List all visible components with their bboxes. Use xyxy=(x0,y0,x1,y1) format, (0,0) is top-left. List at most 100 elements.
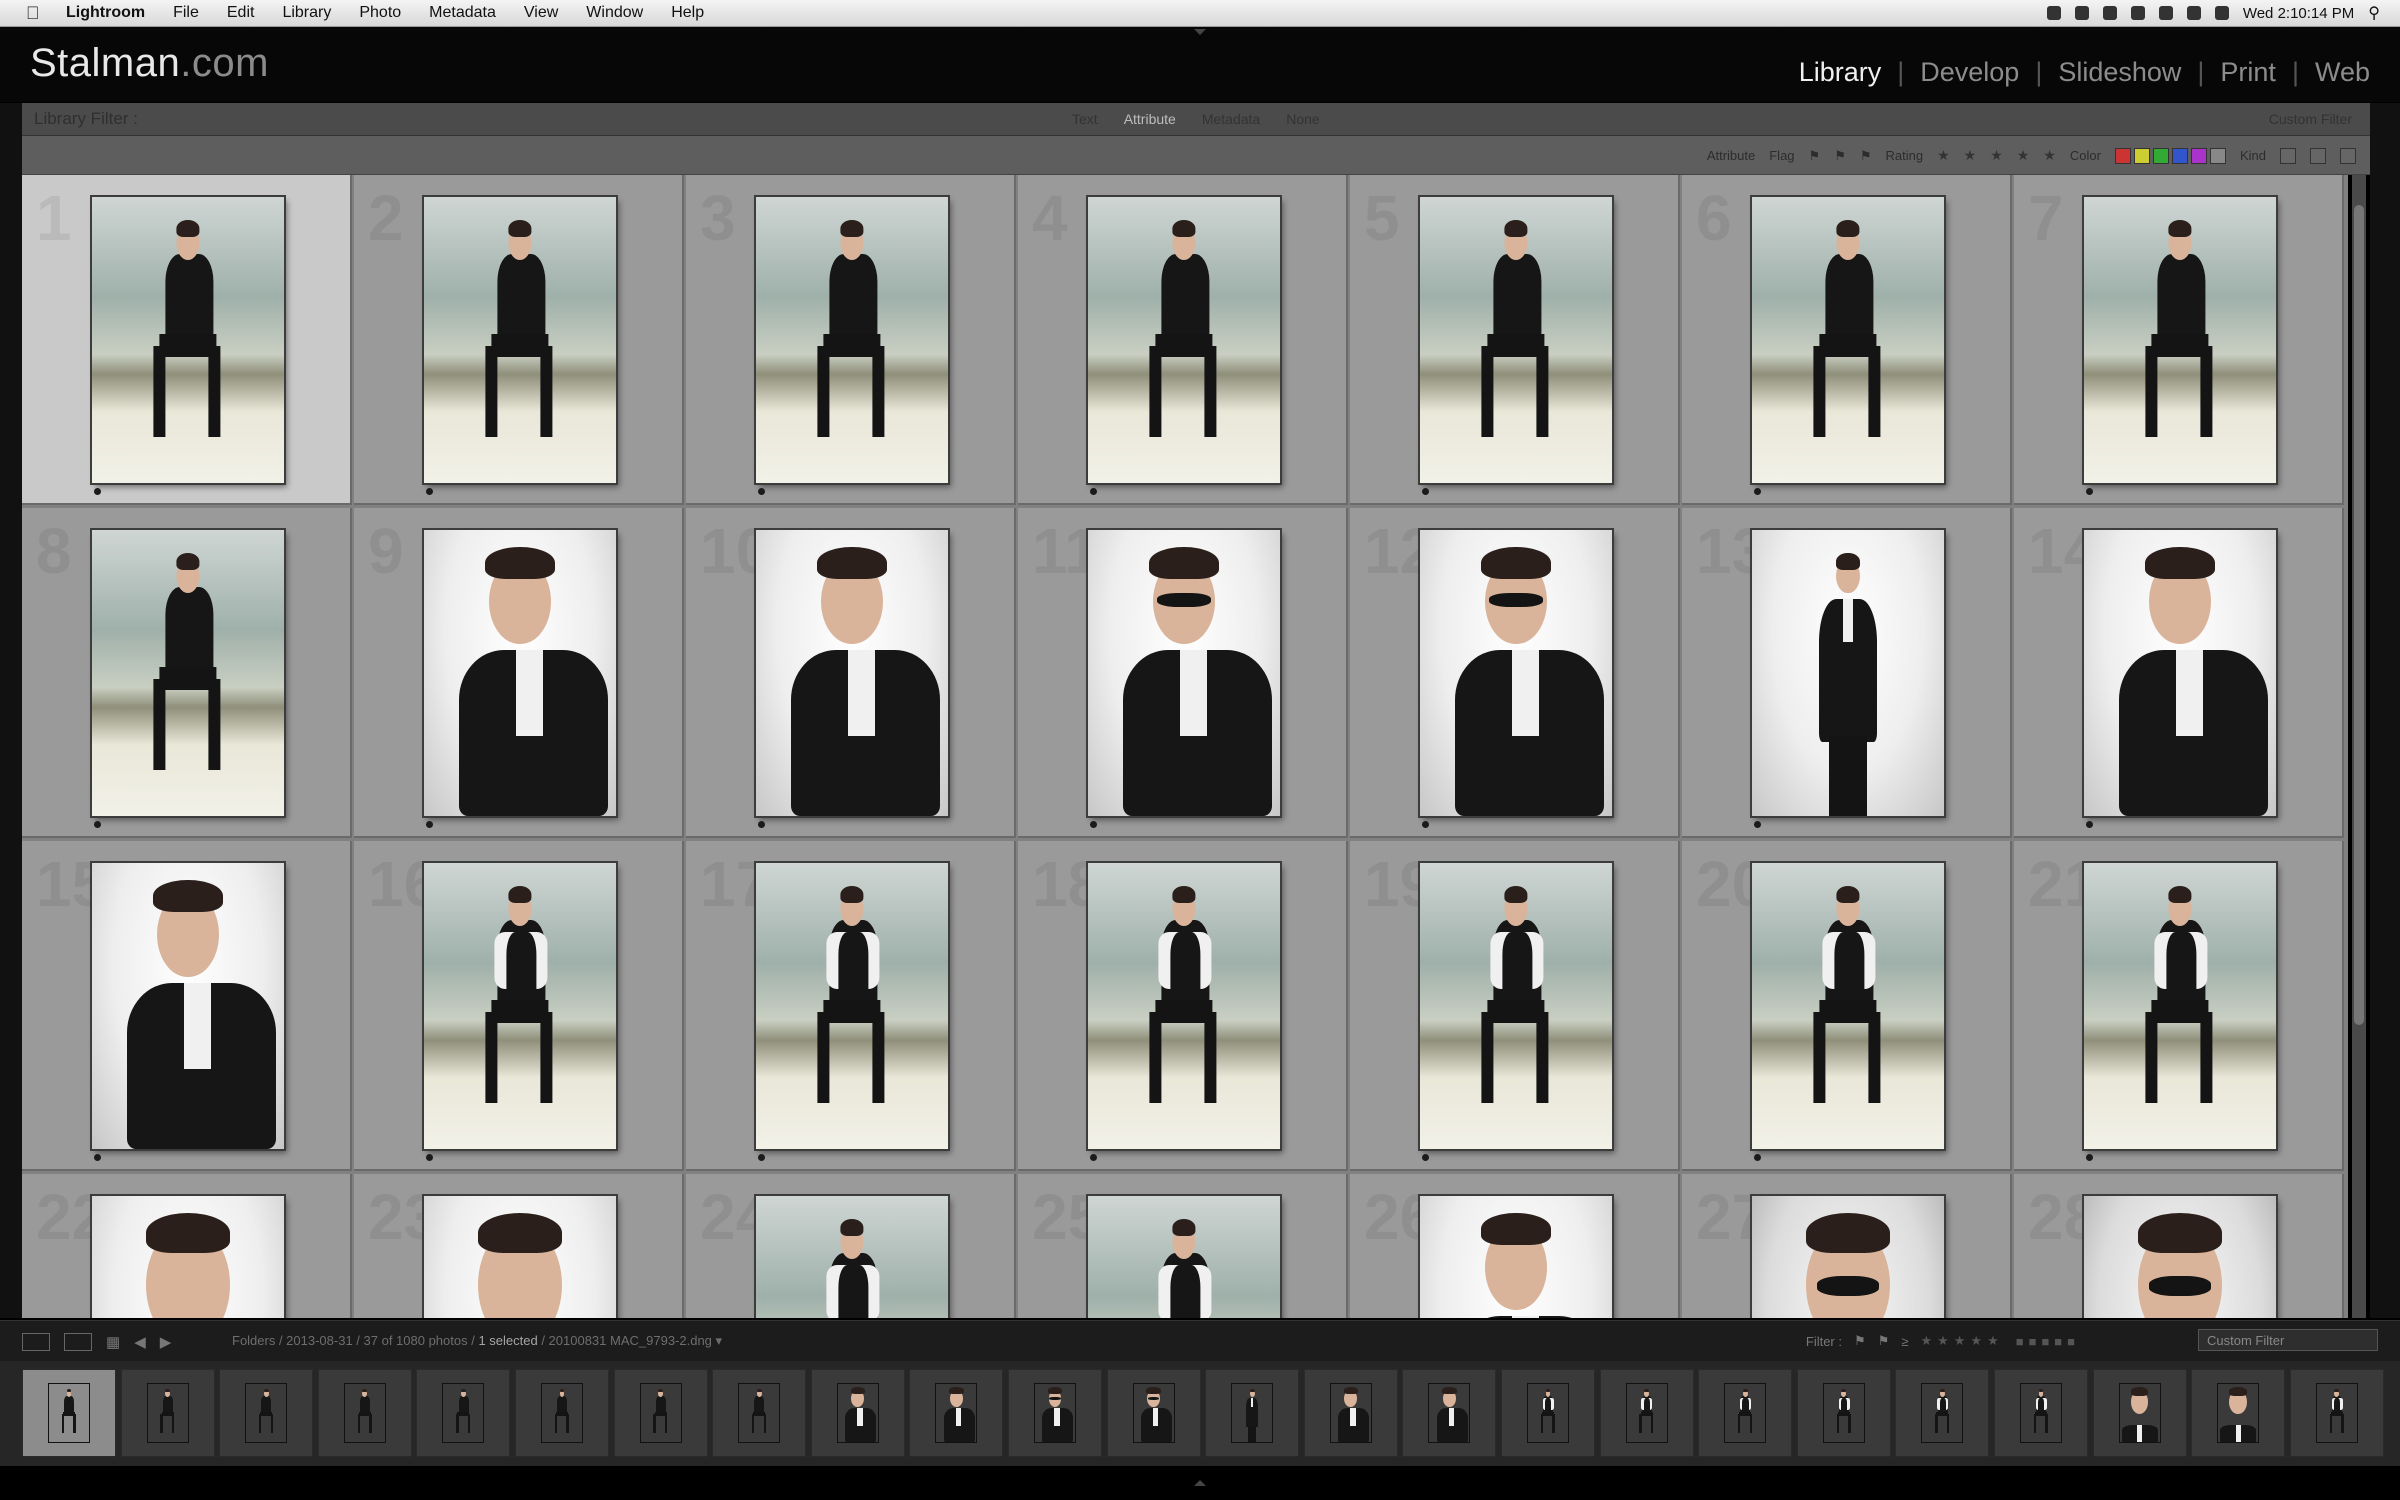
filmstrip-thumbnail[interactable] xyxy=(1429,1384,1469,1442)
thumbnail-badge-icon[interactable] xyxy=(1422,821,1429,828)
photo-thumbnail[interactable] xyxy=(756,197,948,483)
filmstrip-cell[interactable] xyxy=(515,1369,609,1457)
source-breadcrumb[interactable]: Folders / 2013-08-31 / 37 of 1080 photos… xyxy=(232,1333,722,1349)
filmstrip-thumbnail[interactable] xyxy=(1627,1384,1667,1442)
menu-photo[interactable]: Photo xyxy=(359,4,401,22)
shield-icon[interactable] xyxy=(2074,6,2089,20)
filmstrip-thumbnail[interactable] xyxy=(838,1384,878,1442)
photo-thumbnail[interactable] xyxy=(1752,197,1944,483)
star-icon[interactable]: ★ xyxy=(1937,147,1950,164)
photo-thumbnail[interactable] xyxy=(1752,863,1944,1149)
thumbnail-badge-icon[interactable] xyxy=(426,1154,433,1161)
thumbnail-badge-icon[interactable] xyxy=(2086,488,2093,495)
kind-master-icon[interactable] xyxy=(2280,147,2296,164)
grid-cell[interactable]: 2 xyxy=(354,175,684,505)
filmstrip-thumbnail[interactable] xyxy=(1528,1384,1568,1442)
grid-cell[interactable]: 11 xyxy=(1018,508,1348,838)
module-library[interactable]: Library xyxy=(1799,57,1882,88)
filmstrip-cell[interactable] xyxy=(317,1369,412,1457)
thumbnail-badge-icon[interactable] xyxy=(758,821,765,828)
photo-thumbnail[interactable] xyxy=(92,1196,284,1318)
thumbnail-badge-icon[interactable] xyxy=(94,1154,101,1161)
filmstrip-thumbnail[interactable] xyxy=(246,1384,286,1442)
second-window-icon[interactable] xyxy=(64,1333,92,1351)
filmstrip-thumbnail[interactable] xyxy=(1331,1384,1371,1442)
grid-scrollbar[interactable] xyxy=(2352,175,2366,1318)
grid-cell[interactable]: 26 xyxy=(1350,1174,1680,1318)
photo-thumbnail[interactable] xyxy=(756,530,948,816)
grid-cell[interactable]: 1 xyxy=(22,175,352,505)
main-window-icon[interactable] xyxy=(22,1333,50,1351)
filter-tab-metadata[interactable]: Metadata xyxy=(1202,111,1260,127)
menubar-clock[interactable]: Wed 2:10:14 PM xyxy=(2243,5,2354,22)
forward-arrow-icon[interactable]: ▶ xyxy=(160,1333,172,1351)
menu-lightroom[interactable]: Lightroom xyxy=(66,4,145,22)
filmstrip-thumbnail[interactable] xyxy=(148,1384,188,1442)
grid-view-icon[interactable]: ▦ xyxy=(106,1333,120,1351)
filmstrip-thumbnail[interactable] xyxy=(345,1384,385,1442)
thumbnail-badge-icon[interactable] xyxy=(426,488,433,495)
flag-filter-icon[interactable]: ⚑ xyxy=(1854,1333,1866,1349)
filmstrip-cell[interactable] xyxy=(1008,1369,1102,1457)
photo-thumbnail[interactable] xyxy=(2084,1196,2276,1318)
rating-operator[interactable]: ≥ xyxy=(1901,1334,1908,1349)
filter-tab-text[interactable]: Text xyxy=(1072,111,1098,127)
filmstrip-cell[interactable] xyxy=(1599,1369,1694,1457)
color-label-chip[interactable] xyxy=(2133,147,2150,164)
photo-thumbnail[interactable] xyxy=(1088,1196,1280,1318)
photo-thumbnail[interactable] xyxy=(1420,863,1612,1149)
filmstrip-cell[interactable] xyxy=(613,1369,708,1457)
grid-cell[interactable]: 9 xyxy=(354,508,684,838)
grid-cell[interactable]: 10 xyxy=(686,508,1016,838)
collapse-bottom-arrow[interactable] xyxy=(1194,1480,1206,1486)
photo-thumbnail[interactable] xyxy=(756,1196,948,1318)
grid-cell[interactable]: 18 xyxy=(1018,841,1348,1171)
grid-cell[interactable]: 4 xyxy=(1018,175,1348,505)
grid-cell[interactable]: 28 xyxy=(2014,1174,2344,1318)
module-print[interactable]: Print xyxy=(2220,57,2276,88)
grid-cell[interactable]: 19 xyxy=(1350,841,1680,1171)
photo-thumbnail[interactable] xyxy=(756,863,948,1149)
photo-thumbnail[interactable] xyxy=(92,530,284,816)
grid-cell[interactable]: 15 xyxy=(22,841,352,1171)
filmstrip-thumbnail[interactable] xyxy=(1725,1384,1765,1442)
apple-icon[interactable]:  xyxy=(26,4,44,22)
filter-tab-none[interactable]: None xyxy=(1286,111,1319,127)
grid-cell[interactable]: 21 xyxy=(2014,841,2344,1171)
menu-window[interactable]: Window xyxy=(586,4,643,22)
filmstrip-cell[interactable] xyxy=(120,1369,215,1457)
module-slideshow[interactable]: Slideshow xyxy=(2058,57,2181,88)
star-icon[interactable]: ★ xyxy=(1990,147,2003,164)
filmstrip-thumbnail[interactable] xyxy=(1922,1384,1962,1442)
filmstrip-thumbnail[interactable] xyxy=(1035,1384,1075,1442)
flag-icon[interactable]: ⚑ xyxy=(1809,148,1821,164)
filmstrip-thumbnail[interactable] xyxy=(542,1384,582,1442)
kind-virtual-icon[interactable] xyxy=(2310,147,2326,164)
screen-icon[interactable] xyxy=(2046,6,2061,20)
grid-cell[interactable]: 27 xyxy=(1682,1174,2012,1318)
thumbnail-badge-icon[interactable] xyxy=(1090,488,1097,495)
photo-thumbnail[interactable] xyxy=(1420,197,1612,483)
filmstrip-cell[interactable] xyxy=(22,1369,116,1457)
color-label-chip[interactable] xyxy=(2190,147,2207,164)
photo-thumbnail[interactable] xyxy=(424,863,616,1149)
grid-cell[interactable]: 22 xyxy=(22,1174,352,1318)
thumbnail-badge-icon[interactable] xyxy=(758,1154,765,1161)
thumbnail-badge-icon[interactable] xyxy=(1754,1154,1761,1161)
clock-icon[interactable] xyxy=(2102,6,2117,20)
photo-thumbnail[interactable] xyxy=(92,197,284,483)
color-label-chip[interactable] xyxy=(2114,147,2131,164)
grid-cell[interactable]: 8 xyxy=(22,508,352,838)
filmstrip-thumbnail[interactable] xyxy=(1134,1384,1174,1442)
filmstrip-cell[interactable] xyxy=(1303,1369,1398,1457)
grid-cell[interactable]: 23 xyxy=(354,1174,684,1318)
photo-thumbnail[interactable] xyxy=(424,1196,616,1318)
thumbnail-badge-icon[interactable] xyxy=(1090,821,1097,828)
filmstrip-cell[interactable] xyxy=(1402,1369,1497,1457)
filmstrip-thumbnail[interactable] xyxy=(2218,1384,2258,1442)
filmstrip-thumbnail[interactable] xyxy=(1232,1384,1272,1442)
thumbnail-badge-icon[interactable] xyxy=(426,821,433,828)
rating-filter-stars[interactable]: ★★★★★ xyxy=(1920,1333,2003,1349)
grid-cell[interactable]: 5 xyxy=(1350,175,1680,505)
module-web[interactable]: Web xyxy=(2315,57,2370,88)
